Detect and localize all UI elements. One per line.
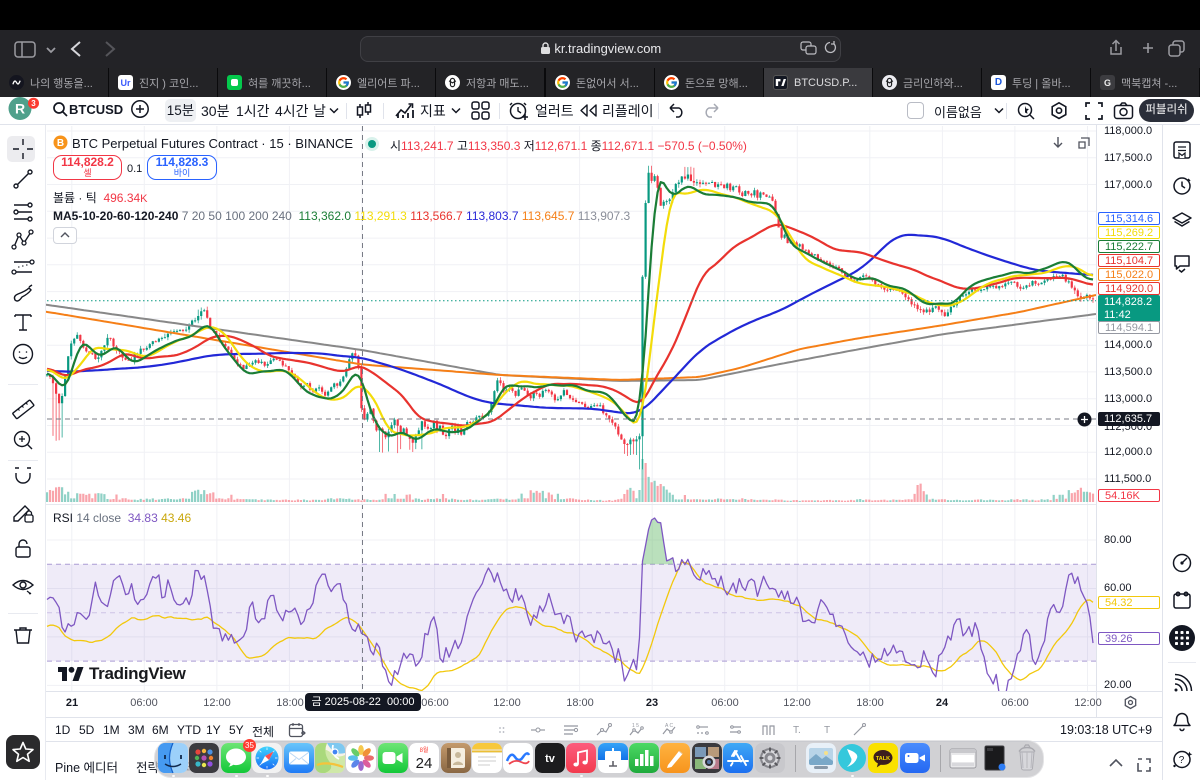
svg-text:TALK: TALK bbox=[876, 756, 890, 762]
svg-text:T: T bbox=[824, 725, 830, 736]
svg-text:B: B bbox=[57, 138, 64, 149]
svg-text:8월: 8월 bbox=[420, 746, 429, 754]
svg-text:T.: T. bbox=[793, 725, 801, 736]
svg-text:tv: tv bbox=[545, 753, 556, 765]
svg-text:A C: A C bbox=[665, 723, 673, 729]
svg-text:24: 24 bbox=[416, 755, 433, 772]
svg-text:R: R bbox=[15, 101, 25, 117]
svg-text:1 5: 1 5 bbox=[632, 723, 639, 729]
svg-text:3: 3 bbox=[31, 99, 36, 108]
